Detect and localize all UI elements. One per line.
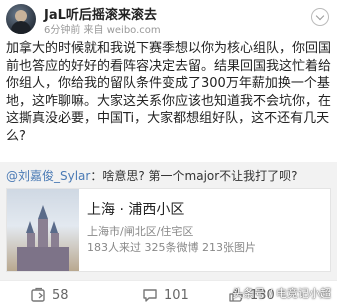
repost-count: 58: [52, 287, 69, 303]
more-options-button[interactable]: [311, 8, 329, 26]
post-source: 6分钟前 来自 weibo.com: [44, 25, 161, 36]
repost-icon: [31, 287, 45, 302]
repost-button[interactable]: 58: [30, 281, 69, 308]
mention-link[interactable]: @刘嘉俊_Sylar: [6, 169, 90, 183]
repost-content: ：啥意思? 第一个major不让我打了呗?: [90, 169, 298, 183]
post-header: JaL听后摇滚来滚去 6分钟前 来自 weibo.com: [0, 0, 337, 36]
comment-button[interactable]: 101: [142, 281, 189, 308]
post-body: 加拿大的时候就和我说下赛季想以你为核心组队，你回国前也答应的好好的看阵容决定去留…: [6, 41, 332, 144]
chevron-down-icon: [315, 11, 325, 21]
watermark: 头条号 / 电竞记小超: [232, 287, 331, 300]
comment-count: 101: [164, 287, 189, 303]
repost-text: @刘嘉俊_Sylar：啥意思? 第一个major不让我打了呗?: [6, 168, 332, 184]
repost-box[interactable]: @刘嘉俊_Sylar：啥意思? 第一个major不让我打了呗? 上海 · 浦西小…: [0, 162, 337, 280]
location-thumbnail: [7, 189, 79, 271]
location-name: 上海 · 浦西小区: [87, 202, 185, 218]
avatar-body: [11, 21, 31, 34]
location-stats: 183人来过 325条微博 213张图片: [87, 241, 256, 254]
location-card[interactable]: 上海 · 浦西小区 上海市/闸北区/住宅区 183人来过 325条微博 213张…: [6, 188, 331, 272]
comment-icon: [143, 289, 157, 302]
location-address: 上海市/闸北区/住宅区: [87, 225, 194, 238]
avatar[interactable]: [6, 4, 36, 34]
